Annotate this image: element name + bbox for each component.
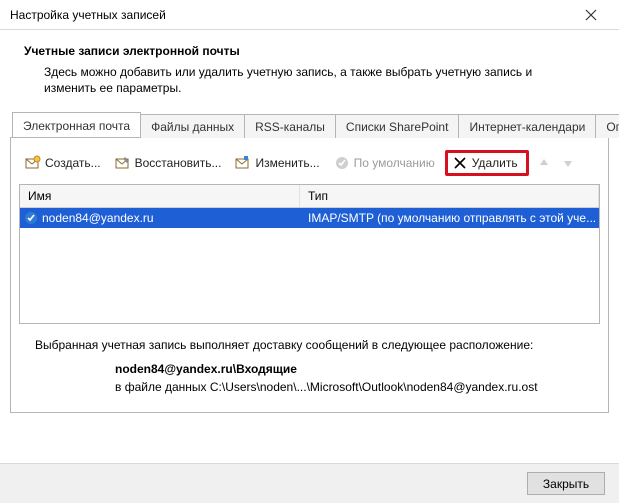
toolbar-default-label: По умолчанию bbox=[354, 156, 435, 170]
tab-internet-calendars[interactable]: Интернет-календари bbox=[458, 114, 596, 138]
title-bar: Настройка учетных записей bbox=[0, 0, 619, 30]
close-button-label: Закрыть bbox=[543, 477, 589, 491]
default-icon bbox=[334, 155, 350, 171]
toolbar-default: По умолчанию bbox=[330, 153, 439, 173]
arrow-up-icon bbox=[538, 157, 550, 169]
list-header: Имя Тип bbox=[20, 185, 599, 208]
delivery-info: Выбранная учетная запись выполняет доста… bbox=[19, 324, 600, 402]
delete-icon bbox=[452, 155, 468, 171]
tab-published[interactable]: Опублико bbox=[595, 114, 619, 138]
toolbar-change[interactable]: Изменить... bbox=[231, 153, 323, 173]
default-account-icon bbox=[24, 211, 38, 225]
row-type: IMAP/SMTP (по умолчанию отправлять с это… bbox=[300, 211, 599, 225]
header-block: Учетные записи электронной почты Здесь м… bbox=[0, 30, 619, 106]
column-type[interactable]: Тип bbox=[300, 185, 599, 207]
delivery-target: noden84@yandex.ru\Входящие bbox=[35, 362, 584, 376]
accounts-list[interactable]: Имя Тип noden84@yandex.ru IMAP/SMTP (по … bbox=[19, 184, 600, 324]
tab-data-files[interactable]: Файлы данных bbox=[140, 114, 245, 138]
tab-rss[interactable]: RSS-каналы bbox=[244, 114, 336, 138]
table-row[interactable]: noden84@yandex.ru IMAP/SMTP (по умолчани… bbox=[20, 208, 599, 228]
toolbar-repair-label: Восстановить... bbox=[135, 156, 222, 170]
toolbar-create[interactable]: Создать... bbox=[21, 153, 105, 173]
toolbar: Создать... Восстановить... Изменить... П… bbox=[19, 146, 600, 184]
move-up-button bbox=[535, 154, 553, 172]
close-icon bbox=[585, 9, 597, 21]
column-name[interactable]: Имя bbox=[20, 185, 300, 207]
delivery-path: в файле данных C:\Users\noden\...\Micros… bbox=[35, 380, 584, 394]
toolbar-delete[interactable]: Удалить bbox=[445, 150, 529, 176]
toolbar-delete-label: Удалить bbox=[472, 156, 518, 170]
toolbar-repair[interactable]: Восстановить... bbox=[111, 153, 226, 173]
toolbar-create-label: Создать... bbox=[45, 156, 101, 170]
close-button[interactable]: Закрыть bbox=[527, 472, 605, 495]
header-description: Здесь можно добавить или удалить учетную… bbox=[24, 64, 584, 96]
list-body: noden84@yandex.ru IMAP/SMTP (по умолчани… bbox=[20, 208, 599, 323]
repair-icon bbox=[115, 155, 131, 171]
tab-panel: Создать... Восстановить... Изменить... П… bbox=[10, 138, 609, 413]
arrow-down-icon bbox=[562, 157, 574, 169]
tabs-container: Электронная почта Файлы данных RSS-канал… bbox=[10, 112, 609, 413]
move-down-button bbox=[559, 154, 577, 172]
tab-email[interactable]: Электронная почта bbox=[12, 112, 141, 137]
row-name: noden84@yandex.ru bbox=[42, 211, 154, 225]
change-icon bbox=[235, 155, 251, 171]
delivery-intro: Выбранная учетная запись выполняет доста… bbox=[35, 338, 584, 352]
header-title: Учетные записи электронной почты bbox=[24, 44, 595, 58]
tab-sharepoint[interactable]: Списки SharePoint bbox=[335, 114, 460, 138]
window-close-button[interactable] bbox=[569, 1, 613, 29]
tab-strip: Электронная почта Файлы данных RSS-канал… bbox=[10, 112, 609, 138]
window-title: Настройка учетных записей bbox=[10, 8, 166, 22]
new-mail-icon bbox=[25, 155, 41, 171]
dialog-footer: Закрыть bbox=[0, 463, 619, 503]
toolbar-change-label: Изменить... bbox=[255, 156, 319, 170]
